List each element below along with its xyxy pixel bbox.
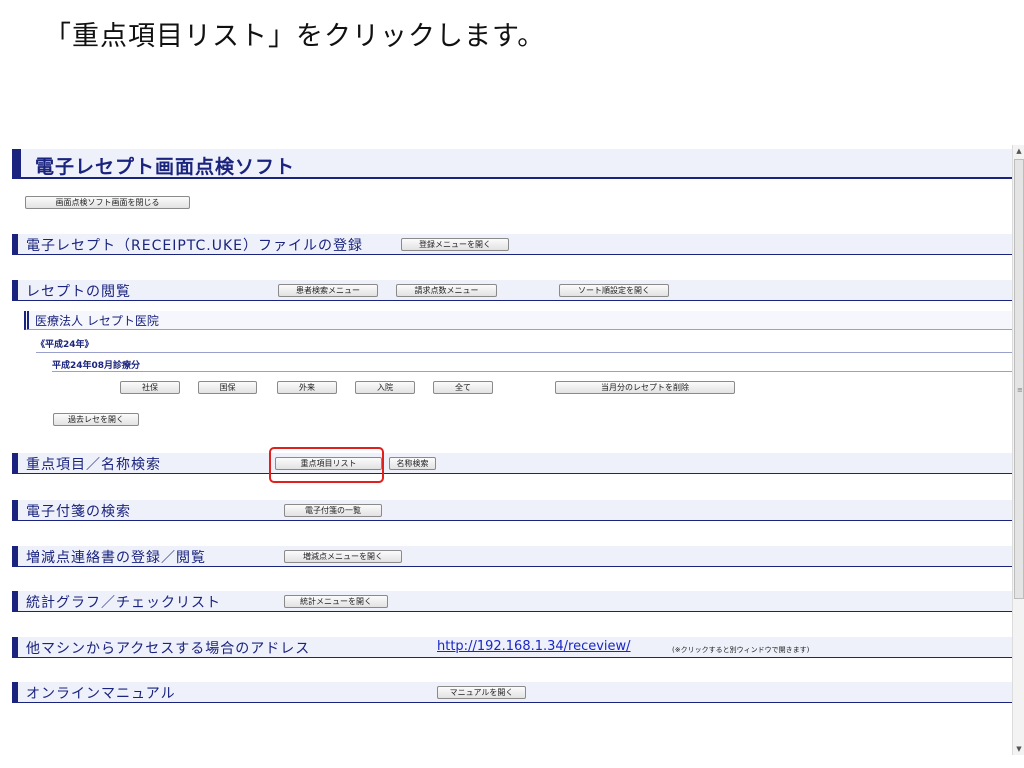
open-register-menu-button[interactable]: 登録メニューを開く: [401, 238, 509, 251]
patient-search-menu-button[interactable]: 患者検索メニュー: [278, 284, 378, 297]
app-window: 電子レセプト画面点検ソフト 画面点検ソフト画面を閉じる 電子レセプト（RECEI…: [12, 145, 1012, 755]
filter-kokuho-button[interactable]: 国保: [198, 381, 257, 394]
section-adjust-title: 増減点連絡書の登録／閲覧: [26, 550, 206, 566]
priority-list-button[interactable]: 重点項目リスト: [275, 457, 382, 470]
institution-bar: 医療法人 レセプト医院: [24, 311, 1012, 330]
name-search-button[interactable]: 名称検索: [389, 457, 436, 470]
section-priority: 重点項目／名称検索: [12, 453, 1012, 474]
claim-points-menu-button[interactable]: 請求点数メニュー: [396, 284, 497, 297]
scroll-down-icon[interactable]: ▼: [1013, 743, 1024, 755]
section-address-title: 他マシンからアクセスする場合のアドレス: [26, 641, 311, 657]
month-label: 平成24年08月診療分: [52, 361, 141, 371]
adjust-menu-button[interactable]: 増減点メニューを開く: [284, 550, 402, 563]
section-adjust: 増減点連絡書の登録／閲覧: [12, 546, 1012, 567]
year-label: 《平成24年》: [36, 340, 94, 350]
filter-outpatient-button[interactable]: 外来: [277, 381, 337, 394]
tag-list-button[interactable]: 電子付箋の一覧: [284, 504, 382, 517]
year-divider: [36, 352, 1012, 353]
section-register: 電子レセプト（RECEIPTC.UKE）ファイルの登録: [12, 234, 1012, 255]
access-url-note: (※クリックすると別ウィンドウで開きます): [672, 646, 810, 654]
filter-all-button[interactable]: 全て: [433, 381, 493, 394]
section-stats-title: 統計グラフ／チェックリスト: [26, 595, 221, 611]
delete-month-button[interactable]: 当月分のレセプトを削除: [555, 381, 735, 394]
section-register-title: 電子レセプト（RECEIPTC.UKE）ファイルの登録: [26, 238, 363, 254]
open-past-receipts-button[interactable]: 過去レセを開く: [53, 413, 139, 426]
open-manual-button[interactable]: マニュアルを開く: [437, 686, 526, 699]
access-url-link[interactable]: http://192.168.1.34/receview/: [437, 639, 631, 654]
scroll-grip-icon: ≡: [1017, 386, 1023, 394]
section-stats: 統計グラフ／チェックリスト: [12, 591, 1012, 612]
stats-menu-button[interactable]: 統計メニューを開く: [284, 595, 388, 608]
section-tags: 電子付箋の検索: [12, 500, 1012, 521]
institution-name: 医療法人 レセプト医院: [35, 314, 159, 328]
instruction-text: 「重点項目リスト」をクリックします。: [44, 21, 546, 52]
section-tags-title: 電子付箋の検索: [26, 504, 131, 520]
section-priority-title: 重点項目／名称検索: [26, 457, 161, 473]
section-manual-title: オンラインマニュアル: [26, 686, 176, 702]
vertical-scrollbar[interactable]: ▲ ≡ ▼: [1012, 145, 1024, 755]
app-title: 電子レセプト画面点検ソフト: [35, 156, 296, 178]
section-browse-title: レセプトの閲覧: [26, 284, 131, 300]
close-viewer-button[interactable]: 画面点検ソフト画面を閉じる: [25, 196, 190, 209]
sort-settings-button[interactable]: ソート順設定を開く: [559, 284, 669, 297]
filter-shaho-button[interactable]: 社保: [120, 381, 180, 394]
filter-inpatient-button[interactable]: 入院: [355, 381, 415, 394]
section-browse: レセプトの閲覧: [12, 280, 1012, 301]
month-divider: [52, 371, 1012, 372]
app-title-bar: 電子レセプト画面点検ソフト: [12, 149, 1012, 179]
scroll-thumb[interactable]: ≡: [1014, 159, 1024, 599]
scroll-up-icon[interactable]: ▲: [1013, 145, 1024, 157]
